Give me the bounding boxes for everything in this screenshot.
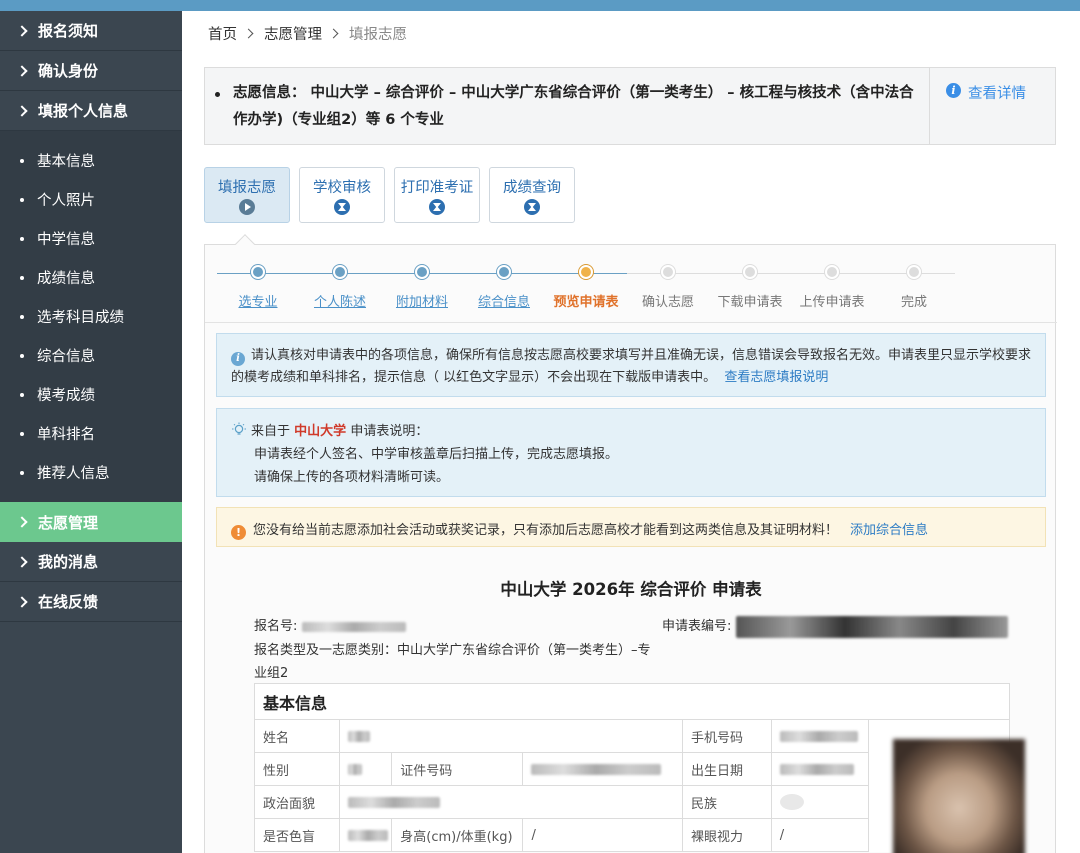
- app-no-row: 申请表编号:: [662, 615, 1008, 638]
- sub-elective-grades[interactable]: 选考科目成绩: [0, 297, 182, 336]
- breadcrumb-section[interactable]: 志愿管理: [264, 23, 322, 44]
- nav-personal-info[interactable]: 填报个人信息: [0, 91, 182, 131]
- step-preview: 预览申请表: [545, 265, 627, 310]
- main-content: 首页 志愿管理 填报志愿 志愿信息： 中山大学 – 综合评价 – 中山大学广东省…: [182, 11, 1080, 853]
- info-icon: i: [946, 83, 961, 98]
- step-select-major[interactable]: 选专业: [217, 265, 299, 310]
- chevron-right-icon: [16, 516, 28, 528]
- lightbulb-icon: [232, 422, 246, 435]
- step-upload: 上传申请表: [791, 265, 873, 310]
- add-comprehensive-link[interactable]: 添加综合信息: [850, 523, 928, 538]
- view-details[interactable]: i 查看详情: [929, 68, 1055, 144]
- university-name: 中山大学: [294, 424, 347, 439]
- sidebar: 报名须知 确认身份 填报个人信息 基本信息 个人照片 中学信息 成绩信息 选考科…: [0, 11, 182, 853]
- step-download: 下载申请表: [709, 265, 791, 310]
- play-icon: [239, 199, 255, 215]
- tab-school-review[interactable]: 学校审核: [299, 167, 385, 223]
- process-tabs: 填报志愿 学校审核 打印准考证 成绩查询: [204, 167, 584, 223]
- nav-application-mgmt[interactable]: 志愿管理: [0, 502, 182, 542]
- application-info-box: 志愿信息： 中山大学 – 综合评价 – 中山大学广东省综合评价（第一类考生） –…: [204, 67, 1056, 145]
- breadcrumb: 首页 志愿管理 填报志愿: [208, 23, 407, 44]
- section-basic-info: 基本信息: [254, 683, 1010, 720]
- personal-info-submenu: 基本信息 个人照片 中学信息 成绩信息 选考科目成绩 综合信息 模考成绩 单科排…: [0, 131, 182, 502]
- reg-no-row: 报名号:: [254, 615, 406, 634]
- chevron-right-icon: [16, 64, 28, 77]
- form-title: 中山大学 2026年 综合评价 申请表: [500, 580, 762, 599]
- hourglass-icon: [429, 199, 445, 215]
- app-no-value-redacted: [735, 615, 1008, 638]
- verify-notice: i 请认真核对申请表中的各项信息，确保所有信息按志愿高校要求填写并且准确无误，信息…: [216, 333, 1046, 397]
- chevron-right-icon: [16, 595, 28, 608]
- app-type: 报名类型及一志愿类别：中山大学广东省综合评价（第一类考生）–专 业组2: [254, 643, 651, 681]
- chevron-right-icon: [243, 28, 254, 39]
- warning-icon: !: [231, 525, 246, 540]
- nav-feedback[interactable]: 在线反馈: [0, 582, 182, 622]
- sub-grades[interactable]: 成绩信息: [0, 258, 182, 297]
- nav-registration-notice[interactable]: 报名须知: [0, 11, 182, 51]
- application-panel: 选专业 个人陈述 附加材料 综合信息 预览申请表 确认志愿 下载申请表 上传申请…: [204, 234, 1057, 853]
- sub-mock-exam[interactable]: 模考成绩: [0, 375, 182, 414]
- step-confirm: 确认志愿: [627, 265, 709, 310]
- filling-guide-link[interactable]: 查看志愿填报说明: [724, 370, 828, 385]
- applicant-photo: [893, 739, 1025, 853]
- chevron-right-icon: [16, 555, 28, 568]
- tab-print-admission[interactable]: 打印准考证: [394, 167, 480, 223]
- sub-subject-rank[interactable]: 单科排名: [0, 414, 182, 453]
- step-personal-statement[interactable]: 个人陈述: [299, 265, 381, 310]
- hourglass-icon: [334, 199, 350, 215]
- breadcrumb-home[interactable]: 首页: [208, 23, 237, 44]
- sub-school-info[interactable]: 中学信息: [0, 219, 182, 258]
- breadcrumb-current: 填报志愿: [349, 27, 407, 43]
- chevron-right-icon: [16, 24, 28, 37]
- tab-score-query[interactable]: 成绩查询: [489, 167, 575, 223]
- application-info-text: 志愿信息： 中山大学 – 综合评价 – 中山大学广东省综合评价（第一类考生） –…: [205, 68, 929, 144]
- missing-activity-warning: ! 您没有给当前志愿添加社会活动或获奖记录，只有添加后志愿高校才能看到这两类信息及…: [216, 507, 1046, 547]
- sub-basic-info[interactable]: 基本信息: [0, 141, 182, 180]
- tab-fill-application[interactable]: 填报志愿: [204, 167, 290, 223]
- chevron-right-icon: [328, 28, 339, 39]
- sub-photo[interactable]: 个人照片: [0, 180, 182, 219]
- university-notice: 来自于 中山大学 申请表说明： 申请表经个人签名、中学审核盖章后扫描上传，完成志…: [216, 408, 1046, 497]
- sub-referee[interactable]: 推荐人信息: [0, 453, 182, 492]
- chevron-right-icon: [16, 104, 28, 117]
- info-icon: i: [231, 352, 245, 366]
- hourglass-icon: [524, 199, 540, 215]
- step-progress: 选专业 个人陈述 附加材料 综合信息 预览申请表 确认志愿 下载申请表 上传申请…: [205, 245, 1057, 323]
- sub-comprehensive[interactable]: 综合信息: [0, 336, 182, 375]
- reg-no-value-redacted: [301, 621, 406, 632]
- step-complete: 完成: [873, 265, 955, 310]
- top-accent-bar: [0, 0, 1080, 11]
- step-comprehensive-info[interactable]: 综合信息: [463, 265, 545, 310]
- view-details-link[interactable]: 查看详情: [968, 82, 1026, 103]
- step-additional-materials[interactable]: 附加材料: [381, 265, 463, 310]
- nav-messages[interactable]: 我的消息: [0, 542, 182, 582]
- nav-confirm-identity[interactable]: 确认身份: [0, 51, 182, 91]
